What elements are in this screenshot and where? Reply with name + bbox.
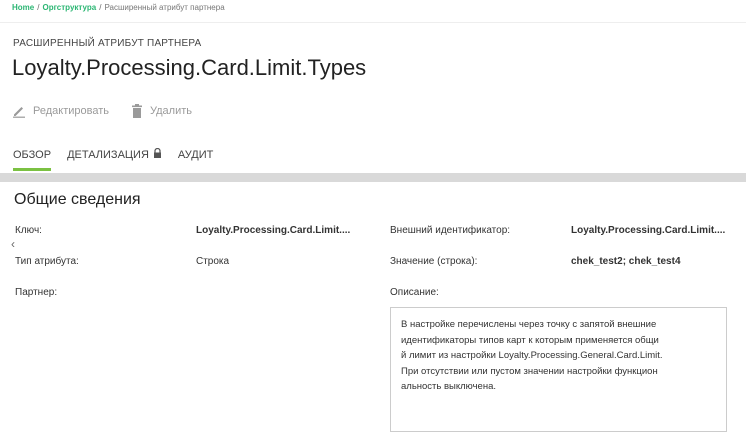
section-separator <box>0 173 746 182</box>
tab-overview[interactable]: ОБЗОР <box>13 148 52 171</box>
description-field[interactable]: В настройке перечислены через точку с за… <box>390 307 727 432</box>
action-bar: Редактировать Удалить <box>12 104 192 118</box>
pencil-icon <box>12 104 26 118</box>
description-label: Описание: <box>390 287 439 298</box>
attribute-type-label: Тип атрибута: <box>15 256 79 267</box>
general-info-panel: Общие сведения ‹ Ключ: Loyalty.Processin… <box>0 182 746 436</box>
trash-icon <box>131 104 143 118</box>
breadcrumb-org-link[interactable]: Оргструктура <box>42 3 96 12</box>
tab-details-label: ДЕТАЛИЗАЦИЯ <box>67 148 149 161</box>
key-label: Ключ: <box>15 225 42 236</box>
header-divider <box>0 22 746 23</box>
tab-audit-label: АУДИТ <box>177 148 214 161</box>
breadcrumb: Home / Оргструктура / Расширенный атрибу… <box>12 3 225 12</box>
attribute-type-value: Строка <box>196 256 230 267</box>
tab-bar: ОБЗОР ДЕТАЛИЗАЦИЯ АУДИТ <box>13 147 213 171</box>
partner-label: Партнер: <box>15 287 58 298</box>
chevron-left-icon[interactable]: ‹ <box>11 237 15 251</box>
key-value: Loyalty.Processing.Card.Limit.... <box>196 225 351 236</box>
delete-button[interactable]: Удалить <box>131 104 192 118</box>
tab-audit[interactable]: АУДИТ <box>178 148 213 171</box>
tab-details[interactable]: ДЕТАЛИЗАЦИЯ <box>67 147 162 171</box>
edit-button-label: Редактировать <box>33 105 109 117</box>
breadcrumb-separator: / <box>99 3 102 12</box>
edit-button[interactable]: Редактировать <box>12 104 109 118</box>
lock-icon <box>153 147 162 161</box>
external-id-value: Loyalty.Processing.Card.Limit.... <box>571 225 726 236</box>
page-subtitle: РАСШИРЕННЫЙ АТРИБУТ ПАРТНЕРА <box>13 38 202 49</box>
delete-button-label: Удалить <box>150 105 192 117</box>
breadcrumb-home-link[interactable]: Home <box>12 3 34 12</box>
page-title: Loyalty.Processing.Card.Limit.Types <box>12 55 367 80</box>
section-title: Общие сведения <box>14 191 141 208</box>
external-id-label: Внешний идентификатор: <box>390 225 511 236</box>
breadcrumb-current: Расширенный атрибут партнера <box>104 3 225 12</box>
string-value: chek_test2; chek_test4 <box>571 256 681 267</box>
tab-overview-label: ОБЗОР <box>13 148 52 161</box>
string-value-label: Значение (строка): <box>390 256 478 267</box>
breadcrumb-separator: / <box>37 3 40 12</box>
